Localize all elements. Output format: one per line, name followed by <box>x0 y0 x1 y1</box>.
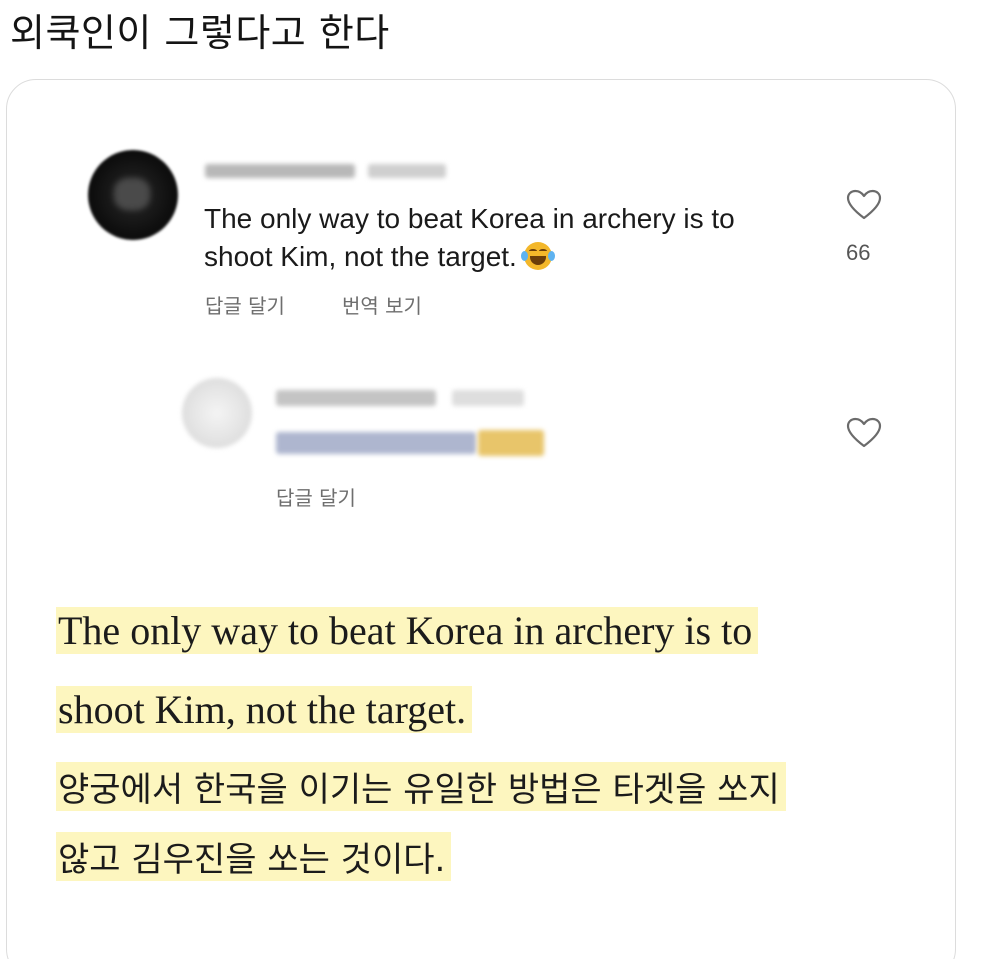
reply-username-blurred[interactable] <box>276 390 436 406</box>
like-count: 66 <box>846 240 871 265</box>
translate-button[interactable]: 번역 보기 <box>342 290 422 319</box>
caption-korean-line: 양궁에서 한국을 이기는 유일한 방법은 타겟을 쏘지 <box>56 762 786 811</box>
heart-icon[interactable] <box>846 189 882 221</box>
comment-body: The only way to beat Korea in archery is… <box>204 203 735 272</box>
avatar[interactable] <box>88 150 178 240</box>
reply-timestamp-blurred <box>452 390 524 406</box>
reply-reply-button[interactable]: 답글 달기 <box>276 482 356 511</box>
comment-text: The only way to beat Korea in archery is… <box>204 200 804 276</box>
post-title: 외쿡인이 그렇다고 한다 <box>10 11 390 55</box>
caption-korean-line: 않고 김우진을 쏘는 것이다. <box>56 832 452 881</box>
reply-avatar[interactable] <box>182 378 252 448</box>
caption-english-line: The only way to beat Korea in archery is… <box>56 607 759 654</box>
reply-text-blurred <box>276 432 476 454</box>
reply-heart-icon[interactable] <box>846 417 882 449</box>
laughing-tears-emoji-icon <box>520 241 555 271</box>
caption-english-line: shoot Kim, not the target. <box>56 686 473 733</box>
reply-button[interactable]: 답글 달기 <box>205 290 285 319</box>
reply-emoji-blurred <box>478 430 544 456</box>
username-blurred[interactable] <box>205 164 355 178</box>
timestamp-blurred <box>368 164 446 178</box>
